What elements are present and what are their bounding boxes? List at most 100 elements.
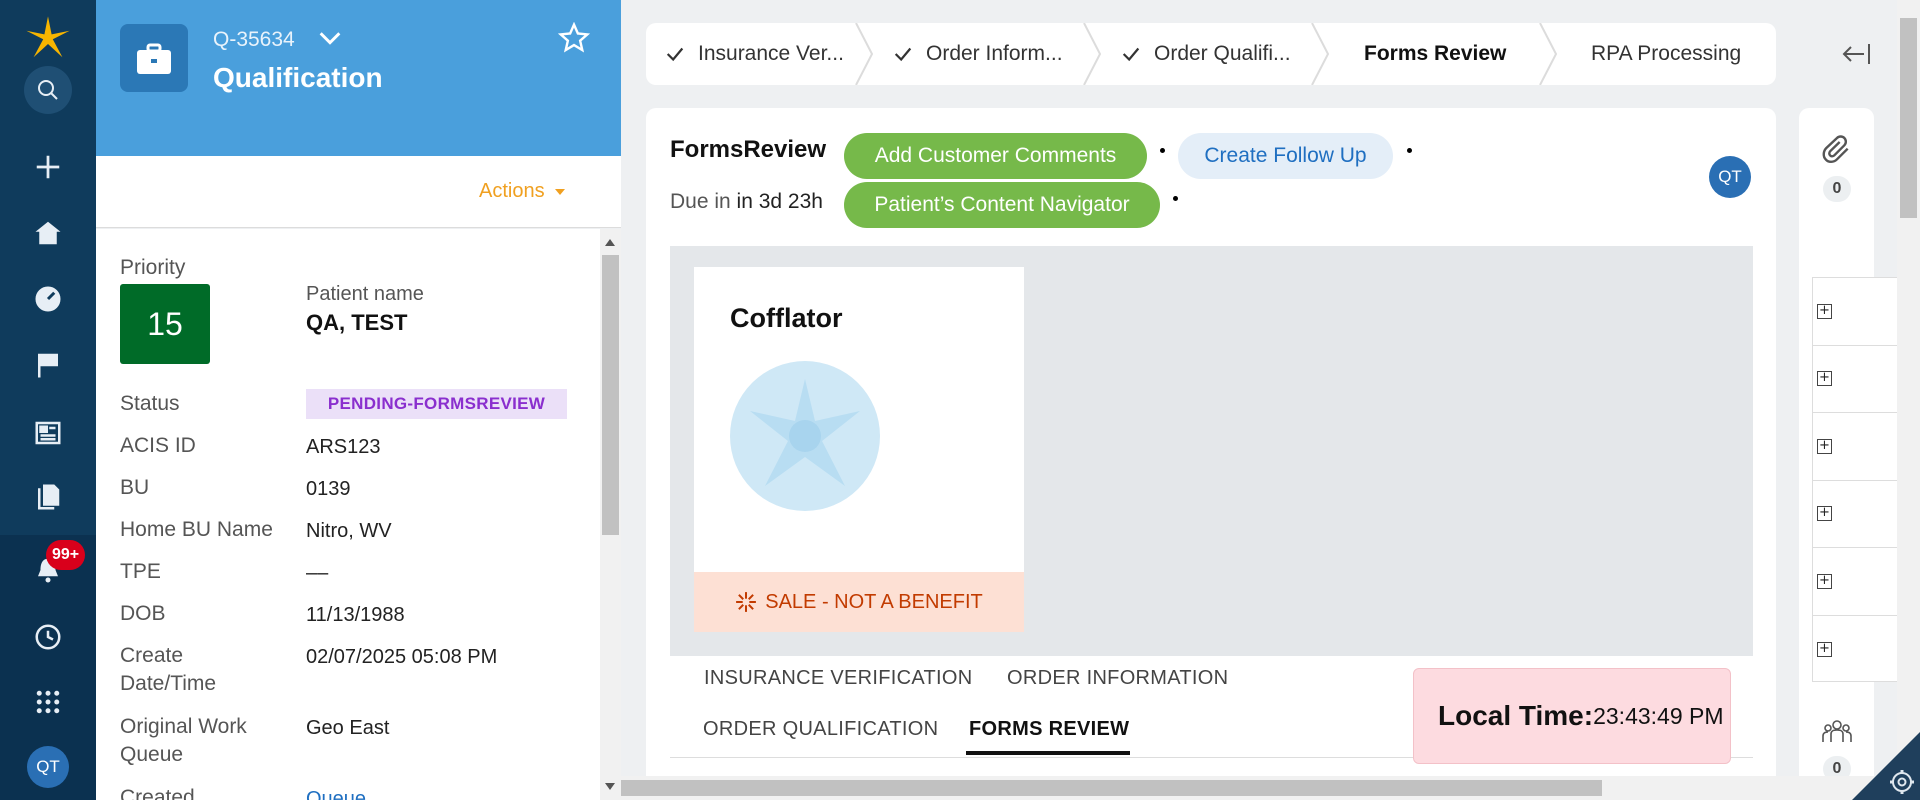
- stage-separator: [1083, 23, 1102, 85]
- stage-separator: [855, 23, 874, 85]
- check-icon: [894, 47, 912, 62]
- product-area: Cofflator SALE - NOT A BENEFIT: [670, 246, 1753, 656]
- patient-name-label: Patient name: [306, 283, 424, 305]
- status-badge: PENDING-FORMSREVIEW: [306, 389, 567, 419]
- forms-review-card: FormsReview Due in in 3d 23h Add Custome…: [646, 108, 1776, 800]
- due-value: in 3d 23h: [736, 190, 823, 213]
- home-icon[interactable]: [28, 213, 68, 253]
- tab-order-qualification[interactable]: ORDER QUALIFICATION: [703, 718, 938, 741]
- tab-forms-review[interactable]: FORMS REVIEW: [969, 718, 1129, 741]
- page-horizontal-scrollbar-thumb[interactable]: [621, 780, 1602, 796]
- home-bu-value: Nitro, WV: [306, 520, 392, 542]
- patient-name: QA, TEST: [306, 310, 408, 335]
- check-icon: [1122, 47, 1140, 62]
- expand-plus-icon[interactable]: +: [1817, 573, 1832, 589]
- collapse-panel-icon[interactable]: [1840, 40, 1874, 68]
- stage-order-information[interactable]: Order Inform...: [892, 23, 1063, 85]
- summary-scrollbar-thumb[interactable]: [602, 255, 619, 535]
- briefcase-icon: [120, 24, 188, 92]
- local-time-label: Local Time:: [1438, 700, 1594, 731]
- notifications-badge: 99+: [46, 540, 86, 570]
- apps-grid-icon[interactable]: [28, 682, 68, 722]
- patient-content-navigator-button[interactable]: Patient’s Content Navigator: [844, 182, 1160, 228]
- widget-row[interactable]: +: [1813, 278, 1902, 346]
- scroll-up-arrow-icon[interactable]: [605, 239, 615, 246]
- case-summary-panel: Priority 15 Patient name QA, TEST Status…: [96, 229, 600, 800]
- stage-label: Order Qualifi...: [1154, 42, 1291, 65]
- actions-bar: Actions: [96, 156, 621, 228]
- dob-value: 11/13/1988: [306, 604, 405, 626]
- summary-scrollbar[interactable]: [600, 229, 621, 800]
- expand-plus-icon[interactable]: +: [1817, 506, 1832, 522]
- dob-label: DOB: [120, 602, 166, 625]
- widget-row[interactable]: +: [1813, 413, 1902, 481]
- create-datetime-value: 02/07/2025 05:08 PM: [306, 646, 498, 668]
- documents-icon[interactable]: [28, 477, 68, 517]
- star-icon[interactable]: [557, 21, 591, 54]
- product-starfish-image: [730, 361, 880, 511]
- search-icon[interactable]: [24, 66, 72, 114]
- expand-plus-icon[interactable]: +: [1817, 438, 1832, 454]
- original-work-queue-label-line1: Original Work: [120, 715, 247, 738]
- sparkle-icon: [736, 592, 757, 612]
- stage-rpa-processing[interactable]: RPA Processing: [1591, 23, 1741, 85]
- actions-button[interactable]: Actions: [479, 180, 565, 203]
- logo-icon[interactable]: [20, 10, 76, 66]
- followers-icon[interactable]: [1821, 716, 1853, 748]
- stage-insurance-verification[interactable]: Insurance Ver...: [664, 23, 844, 85]
- news-icon[interactable]: [28, 413, 68, 453]
- active-tab-indicator: [966, 751, 1130, 755]
- stage-separator: [1311, 23, 1330, 85]
- status-label: Status: [120, 392, 180, 415]
- paperclip-icon[interactable]: [1821, 134, 1853, 166]
- create-follow-up-button[interactable]: Create Follow Up: [1178, 133, 1393, 179]
- local-time-box: Local Time: 23:43:49 PM: [1413, 668, 1731, 764]
- separator-dot: [1407, 148, 1412, 153]
- plus-icon[interactable]: [28, 147, 68, 187]
- case-title: Qualification: [213, 62, 383, 93]
- separator-dot: [1173, 196, 1178, 201]
- stage-label: Insurance Ver...: [698, 42, 844, 65]
- bu-value: 0139: [306, 478, 351, 500]
- acis-id-value: ARS123: [306, 436, 381, 458]
- stage-order-qualification[interactable]: Order Qualifi...: [1120, 23, 1291, 85]
- sale-text: SALE - NOT A BENEFIT: [765, 590, 983, 613]
- page-vertical-scrollbar[interactable]: [1897, 0, 1920, 800]
- scroll-down-arrow-icon[interactable]: [605, 783, 615, 790]
- widget-row[interactable]: +: [1813, 346, 1902, 413]
- create-datetime-label-line2: Date/Time: [120, 672, 217, 695]
- tpe-value: ––: [306, 562, 329, 584]
- widget-row[interactable]: +: [1813, 548, 1902, 616]
- expand-plus-icon[interactable]: +: [1817, 303, 1832, 319]
- expand-plus-icon[interactable]: +: [1817, 641, 1832, 657]
- page-vertical-scrollbar-thumb[interactable]: [1900, 18, 1917, 218]
- tpe-label: TPE: [120, 560, 161, 583]
- tab-insurance-verification[interactable]: INSURANCE VERIFICATION: [704, 667, 972, 690]
- tab-order-information[interactable]: ORDER INFORMATION: [1007, 667, 1228, 690]
- widget-row[interactable]: +: [1813, 616, 1902, 684]
- page-horizontal-scrollbar[interactable]: [621, 776, 1920, 800]
- attachments-count: 0: [1823, 176, 1851, 202]
- sale-banner: SALE - NOT A BENEFIT: [694, 572, 1024, 632]
- flag-icon[interactable]: [28, 345, 68, 385]
- case-header: Q-35634 Qualification: [96, 0, 621, 156]
- assignee-avatar[interactable]: QT: [1709, 156, 1751, 198]
- created-value-link[interactable]: Queue: [306, 785, 366, 800]
- widget-row[interactable]: +: [1813, 481, 1902, 548]
- history-icon[interactable]: [28, 617, 68, 657]
- priority-value: 15: [120, 284, 210, 364]
- priority-label: Priority: [120, 256, 186, 279]
- separator-dot: [1160, 148, 1165, 153]
- dashboard-icon[interactable]: [28, 279, 68, 319]
- original-work-queue-value: Geo East: [306, 717, 390, 739]
- chevron-down-icon[interactable]: [318, 28, 342, 51]
- user-avatar[interactable]: QT: [27, 746, 69, 788]
- stage-label: Forms Review: [1364, 42, 1507, 65]
- product-card[interactable]: Cofflator SALE - NOT A BENEFIT: [694, 267, 1024, 632]
- product-name: Cofflator: [730, 303, 843, 333]
- add-customer-comments-button[interactable]: Add Customer Comments: [844, 133, 1147, 179]
- settings-gear-icon[interactable]: [1852, 732, 1920, 800]
- stage-forms-review[interactable]: Forms Review: [1364, 23, 1506, 85]
- stage-label: Order Inform...: [926, 42, 1063, 65]
- expand-plus-icon[interactable]: +: [1817, 371, 1832, 387]
